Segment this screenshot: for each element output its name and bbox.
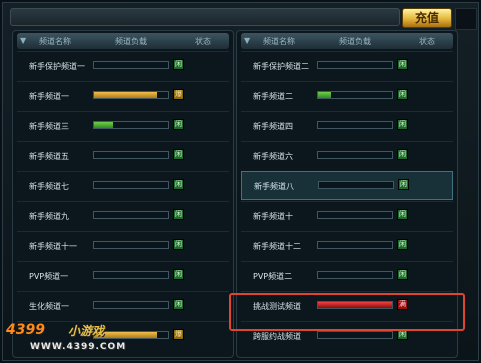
channel-load-bar [93,61,169,69]
channel-status-badge: 闲 [173,209,184,220]
channel-status-badge: 闲 [397,209,408,220]
channel-row[interactable]: 新手频道二 闲 [241,81,453,109]
channel-status-badge: 闲 [173,149,184,160]
channel-status-badge: 闲 [398,179,409,190]
channel-name: PVP频道二 [253,272,293,281]
channel-row[interactable]: 新手频道一 爆 [17,81,229,109]
channel-name: 跨服约战频道 [253,332,301,341]
channel-row[interactable]: PVP频道一 闲 [17,261,229,289]
channel-load-fill [94,122,113,128]
channel-load-bar [93,181,169,189]
channel-row[interactable]: 新手保护频道一 闲 [17,51,229,79]
channel-name: PVP频道一 [29,272,69,281]
watermark-url: WWW.4399.COM [30,342,127,352]
channel-name: 新手频道九 [29,212,69,221]
highlighted-channel-frame [229,293,465,331]
channel-load-fill [318,92,331,98]
left-channel-header: ▼ 频道名称 频道负载 状态 [17,33,229,49]
header-count: 频道负载 [339,37,371,46]
channel-load-bar [93,151,169,159]
channel-row[interactable]: 新手频道八 闲 [241,171,453,200]
channel-name: 新手频道十一 [29,242,77,251]
channel-row[interactable]: 新手保护频道二 闲 [241,51,453,79]
top-bar [10,8,400,26]
channel-load-bar [318,181,394,189]
channel-row[interactable]: 新手频道九 闲 [17,201,229,229]
channel-load-bar [317,151,393,159]
channel-status-badge: 爆 [173,89,184,100]
channel-row[interactable]: 新手频道三 闲 [17,111,229,139]
channel-row[interactable]: 新手频道四 闲 [241,111,453,139]
header-arrow-icon: ▼ [244,36,251,45]
channel-name: 生化频道一 [29,302,69,311]
channel-name: 新手频道七 [29,182,69,191]
left-channel-panel: ▼ 频道名称 频道负载 状态 新手保护频道一闲新手频道一爆新手频道三闲新手频道五… [12,30,234,358]
channel-load-bar [93,91,169,99]
channel-row[interactable]: 新手频道五 闲 [17,141,229,169]
channel-load-bar [93,301,169,309]
channel-status-badge: 闲 [397,149,408,160]
channel-name: 新手频道三 [29,122,69,131]
channel-load-bar [93,241,169,249]
channel-load-bar [317,331,393,339]
right-channel-header: ▼ 频道名称 频道负载 状态 [241,33,453,49]
channel-load-bar [93,121,169,129]
channel-load-bar [317,61,393,69]
channel-name: 新手频道十二 [253,242,301,251]
channel-load-bar [93,211,169,219]
channel-status-badge: 闲 [397,89,408,100]
channel-load-bar [317,271,393,279]
close-button[interactable] [455,8,477,30]
channel-status-badge: 闲 [173,179,184,190]
channel-load-bar [93,271,169,279]
channel-status-badge: 闲 [173,269,184,280]
channel-row[interactable]: 新手频道七 闲 [17,171,229,199]
channel-name: 新手频道五 [29,152,69,161]
channel-status-badge: 闲 [397,269,408,280]
watermark-logo: 4399 [6,322,45,338]
header-name: 频道名称 [263,37,295,46]
header-name: 频道名称 [39,37,71,46]
channel-row[interactable]: 生化频道一 闲 [17,291,229,319]
channel-load-fill [94,92,157,98]
channel-load-bar [317,91,393,99]
header-state: 状态 [195,37,211,46]
channel-name: 新手频道八 [254,182,294,191]
channel-load-bar [317,121,393,129]
channel-row[interactable]: 新手频道十 闲 [241,201,453,229]
channel-name: 新手保护频道二 [253,62,309,71]
channel-load-bar [317,241,393,249]
channel-name: 新手频道二 [253,92,293,101]
channel-name: 新手频道十 [253,212,293,221]
channel-name: 新手频道六 [253,152,293,161]
channel-name: 新手频道一 [29,92,69,101]
channel-load-bar [317,211,393,219]
channel-name: 新手频道四 [253,122,293,131]
channel-row[interactable]: 新手频道十二 闲 [241,231,453,259]
recharge-button[interactable]: 充值 [402,8,452,28]
channel-row[interactable]: 新手频道十一 闲 [17,231,229,259]
channel-status-badge: 闲 [397,239,408,250]
channel-status-badge: 闲 [173,299,184,310]
channel-status-badge: 闲 [173,119,184,130]
channel-status-badge: 闲 [397,59,408,70]
channel-row[interactable]: 新手频道六 闲 [241,141,453,169]
watermark-subtitle: 小游戏 [68,324,105,338]
header-count: 频道负载 [115,37,147,46]
channel-status-badge: 闲 [173,59,184,70]
channel-status-badge: 闲 [397,119,408,130]
channel-status-badge: 爆 [173,329,184,340]
channel-status-badge: 闲 [173,239,184,250]
site-watermark: 4399 小游戏 WWW.4399.COM [6,320,166,360]
header-state: 状态 [419,37,435,46]
channel-name: 新手保护频道一 [29,62,85,71]
channel-row[interactable]: PVP频道二 闲 [241,261,453,289]
header-arrow-icon: ▼ [20,36,27,45]
